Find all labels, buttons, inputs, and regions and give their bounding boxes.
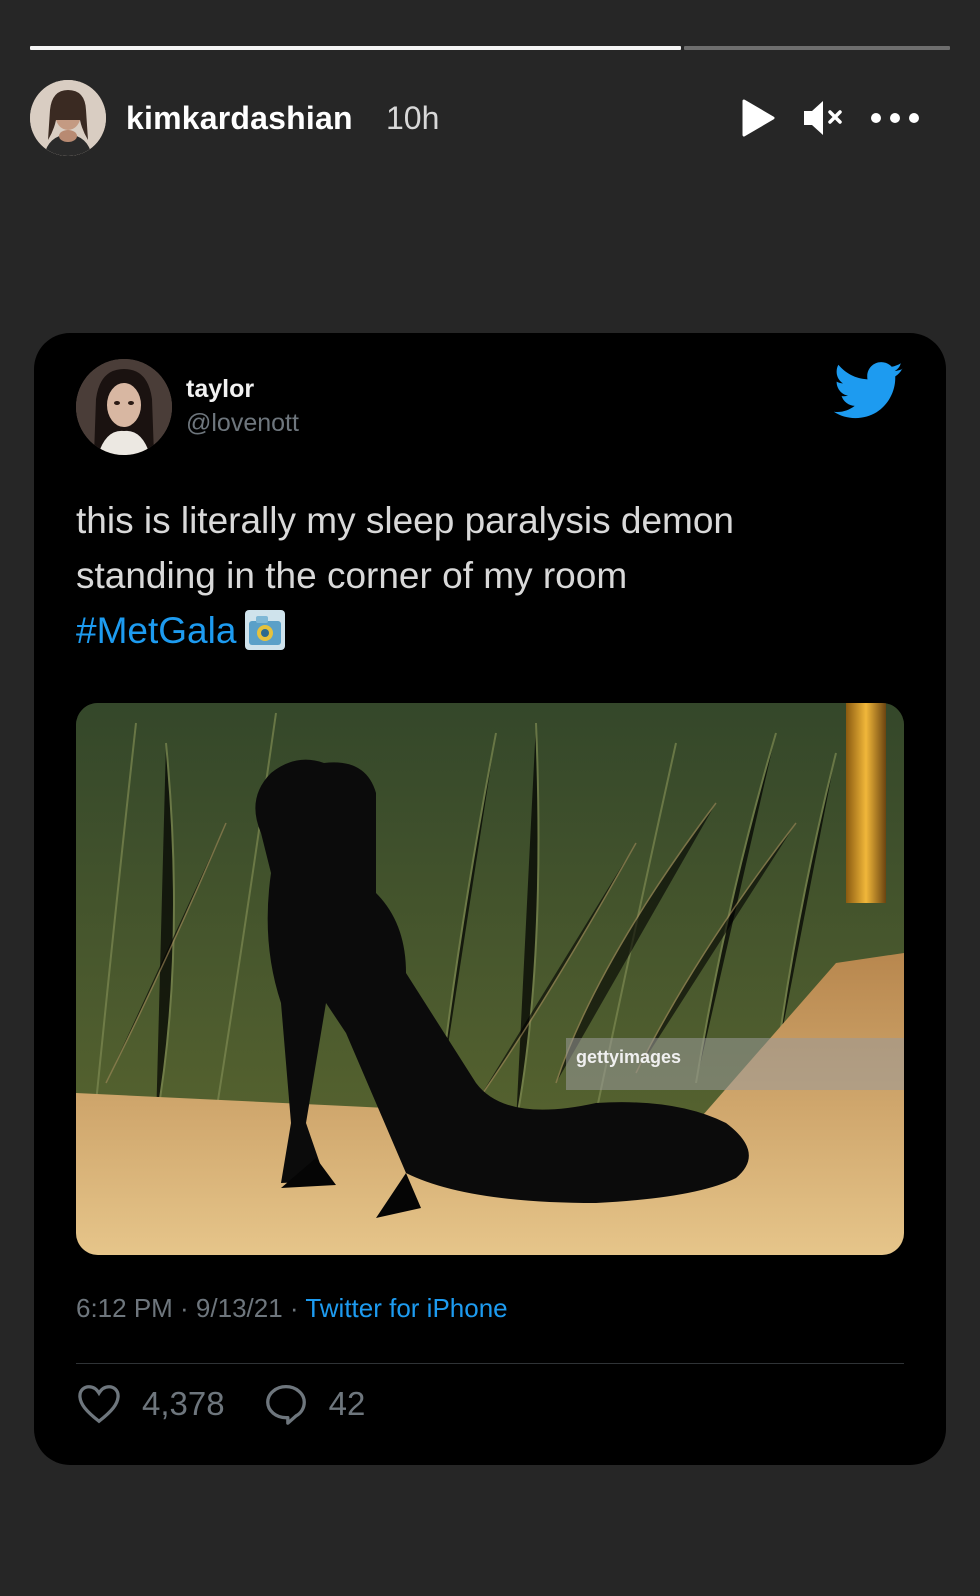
story-controls	[740, 98, 920, 138]
reply-bubble-icon[interactable]	[263, 1381, 309, 1427]
avatar[interactable]	[30, 80, 106, 156]
camera-emoji-icon	[244, 609, 286, 651]
reply-action[interactable]: 42	[263, 1381, 366, 1427]
more-icon[interactable]	[870, 112, 920, 124]
story-time: 10h	[386, 100, 440, 136]
tweet-actions: 4,378 42	[76, 1381, 383, 1427]
story-header: kimkardashian 10h	[30, 80, 950, 156]
getty-watermark: gettyimages	[576, 1047, 681, 1067]
tweet-author-name[interactable]: taylor	[186, 375, 254, 404]
tweet-text: this is literally my sleep paralysis dem…	[76, 493, 876, 658]
progress-segment-remaining	[684, 46, 950, 50]
tweet-source-link[interactable]: Twitter for iPhone	[305, 1293, 507, 1323]
story-progress-bar	[30, 46, 950, 50]
progress-segment-viewed	[30, 46, 682, 50]
hashtag-link[interactable]: #MetGala	[76, 610, 236, 651]
play-icon[interactable]	[740, 98, 776, 138]
tweet-author-avatar[interactable]	[76, 359, 172, 455]
twitter-bird-icon	[833, 361, 904, 421]
tweet-card[interactable]: taylor @lovenott this is literally my sl…	[34, 333, 946, 1465]
story-viewer: kimkardashian 10h taylor @lovenott this …	[0, 0, 980, 1596]
tweet-divider	[76, 1363, 904, 1364]
met-gala-photo: gettyimages	[76, 703, 904, 1255]
tweet-meta: 6:12 PM · 9/13/21 · Twitter for iPhone	[76, 1293, 508, 1324]
mute-icon[interactable]	[802, 98, 844, 138]
tweet-timestamp[interactable]: 6:12 PM · 9/13/21 ·	[76, 1293, 305, 1323]
tweet-body: this is literally my sleep paralysis dem…	[76, 500, 735, 596]
heart-icon[interactable]	[76, 1381, 122, 1427]
like-action[interactable]: 4,378	[76, 1381, 225, 1427]
tweet-photo[interactable]: gettyimages	[76, 703, 904, 1255]
tweet-author-handle[interactable]: @lovenott	[186, 409, 299, 438]
reply-count: 42	[328, 1385, 366, 1422]
like-count: 4,378	[142, 1385, 225, 1422]
username[interactable]: kimkardashian	[126, 100, 353, 137]
